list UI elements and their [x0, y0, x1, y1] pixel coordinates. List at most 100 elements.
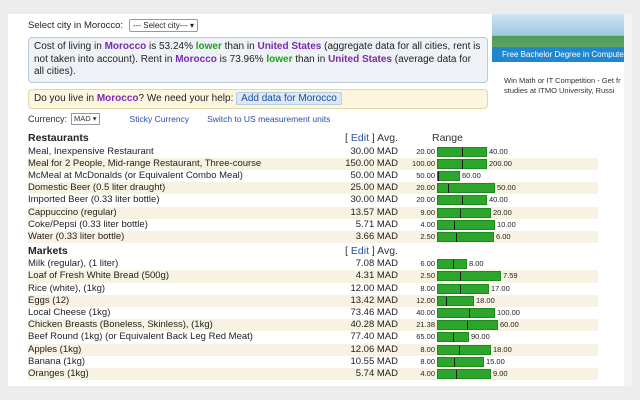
range-high: 40.00: [489, 195, 508, 205]
range-bar: [437, 320, 498, 331]
price-range: 8.00 17.00: [406, 282, 598, 295]
range-low: 6.00: [420, 259, 435, 269]
range-bar: [437, 259, 467, 270]
ad-image[interactable]: Free Bachelor Degree in Compute: [492, 14, 632, 62]
item-name: Rice (white), (1kg): [28, 282, 328, 295]
avg-marker: [460, 284, 461, 294]
item-avg-price: 25.00 MAD: [328, 182, 406, 195]
item-avg-price: 50.00 MAD: [328, 169, 406, 183]
range-bar: [437, 332, 469, 343]
range-low: 20.00: [416, 183, 435, 193]
avg-marker: [462, 159, 463, 169]
avg-header: Avg.: [377, 131, 398, 144]
country-name: Morocco: [175, 53, 217, 65]
currency-value: MAD: [74, 113, 91, 123]
ad-text[interactable]: Win Math or IT Competition - Get fr stud…: [492, 76, 632, 96]
price-range: 2.50 7.59: [406, 270, 598, 283]
table-row: Banana (1kg) 10.55 MAD 8.00 15.00: [28, 355, 598, 368]
info-text: is 53.24%: [146, 41, 196, 52]
dropdown-arrow-icon: ▾: [189, 20, 194, 30]
range-high: 7.59: [503, 271, 518, 281]
table-row: Meal for 2 People, Mid-range Restaurant,…: [28, 157, 598, 170]
range-high: 15.00: [486, 356, 505, 366]
item-name: Meal for 2 People, Mid-range Restaurant,…: [28, 157, 328, 170]
dropdown-arrow-icon: ▾: [92, 113, 97, 123]
range-high: 17.00: [491, 283, 510, 293]
table-row: Rice (white), (1kg) 12.00 MAD 8.00 17.00: [28, 282, 598, 295]
currency-label: Currency:: [28, 113, 68, 124]
edit-link[interactable]: Edit: [351, 132, 369, 144]
range-bar: [437, 219, 495, 230]
info-text: than in: [292, 53, 329, 65]
table-row: Imported Beer (0.33 liter bottle) 30.00 M…: [28, 194, 598, 207]
range-high: 9.00: [493, 368, 508, 378]
ad-caption: Free Bachelor Degree in Compute: [492, 47, 632, 62]
section-header-row: Markets [ Edit ] Avg.: [28, 243, 598, 258]
avg-marker: [446, 296, 447, 306]
item-name: Oranges (1kg): [28, 367, 328, 381]
avg-marker: [459, 345, 460, 355]
item-name: Loaf of Fresh White Bread (500g): [28, 270, 328, 283]
range-high: 6.00: [496, 231, 511, 241]
avg-marker: [454, 220, 455, 230]
edit-avg-header: [ Edit ] Avg.: [345, 131, 398, 144]
price-range: 21.38 60.00: [406, 319, 598, 332]
avg-marker: [462, 147, 463, 157]
currency-select[interactable]: MAD ▾: [71, 112, 100, 125]
range-bar: [437, 207, 491, 218]
price-range: 9.00 20.00: [406, 206, 598, 219]
item-avg-price: 13.57 MAD: [328, 206, 406, 219]
table-row: Cappuccino (regular) 13.57 MAD 9.00 20.00: [28, 206, 598, 219]
avg-marker: [467, 321, 468, 331]
sidebar-ad: Free Bachelor Degree in Compute Win Math…: [492, 14, 632, 134]
item-avg-price: 3.66 MAD: [328, 230, 406, 244]
price-range: 20.00 40.00: [406, 194, 598, 207]
item-name: Cappuccino (regular): [28, 206, 328, 219]
range-high: 20.00: [493, 207, 512, 217]
range-low: 20.00: [416, 195, 435, 205]
table-row: Meal, Inexpensive Restaurant 30.00 MAD 20.…: [28, 145, 598, 158]
price-range: 100.00 200.00: [406, 157, 598, 170]
help-text: Do you live in: [34, 92, 97, 104]
table-row: Apples (1kg) 12.06 MAD 8.00 18.00: [28, 343, 598, 356]
item-name: Apples (1kg): [28, 343, 328, 356]
price-range: 6.00 8.00: [406, 258, 598, 271]
table-row: McMeal at McDonalds (or Equivalent Combo…: [28, 169, 598, 183]
range-low: 8.00: [420, 344, 435, 354]
range-bar: [437, 369, 491, 380]
item-avg-price: 30.00 MAD: [328, 145, 406, 158]
table-row: Loaf of Fresh White Bread (500g) 4.31 MAD…: [28, 270, 598, 283]
item-avg-price: 12.06 MAD: [328, 343, 406, 356]
table-row: Chicken Breasts (Boneless, Skinless), (1…: [28, 319, 598, 332]
item-avg-price: 7.08 MAD: [328, 258, 406, 271]
scrollbar[interactable]: [624, 14, 632, 386]
range-bar: [437, 195, 487, 206]
info-text: than in: [221, 41, 258, 52]
sticky-currency-link[interactable]: Sticky Currency: [130, 114, 190, 124]
city-select-dropdown[interactable]: --- Select city--- ▾: [129, 18, 198, 32]
table-row: Eggs (12) 13.42 MAD 12.00 18.00: [28, 294, 598, 307]
country-name: Morocco: [104, 41, 147, 52]
edit-link[interactable]: Edit: [351, 245, 369, 257]
item-avg-price: 77.40 MAD: [328, 331, 406, 344]
city-select-label: Select city in Morocco:: [28, 19, 124, 31]
switch-units-link[interactable]: Switch to US measurement units: [207, 114, 330, 124]
info-text: Cost of living in: [34, 41, 105, 52]
country-name: Morocco: [96, 92, 139, 104]
edit-avg-header: [ Edit ] Avg.: [345, 244, 398, 257]
range-bar: [437, 356, 484, 367]
lower-word: lower: [266, 53, 293, 65]
range-high: 40.00: [489, 146, 508, 156]
price-range: 20.00 40.00: [406, 145, 598, 158]
range-bar: [437, 295, 474, 306]
item-name: Water (0.33 liter bottle): [28, 230, 328, 244]
item-avg-price: 4.31 MAD: [328, 270, 406, 283]
range-bar: [437, 146, 487, 157]
section-title: Markets: [28, 244, 68, 257]
add-data-button[interactable]: Add data for Morocco: [236, 91, 342, 105]
range-high: 18.00: [493, 344, 512, 354]
item-avg-price: 40.28 MAD: [328, 319, 406, 332]
price-range: 20.00 50.00: [406, 182, 598, 195]
range-header: [406, 243, 598, 258]
price-range: 50.00 60.00: [406, 169, 598, 183]
